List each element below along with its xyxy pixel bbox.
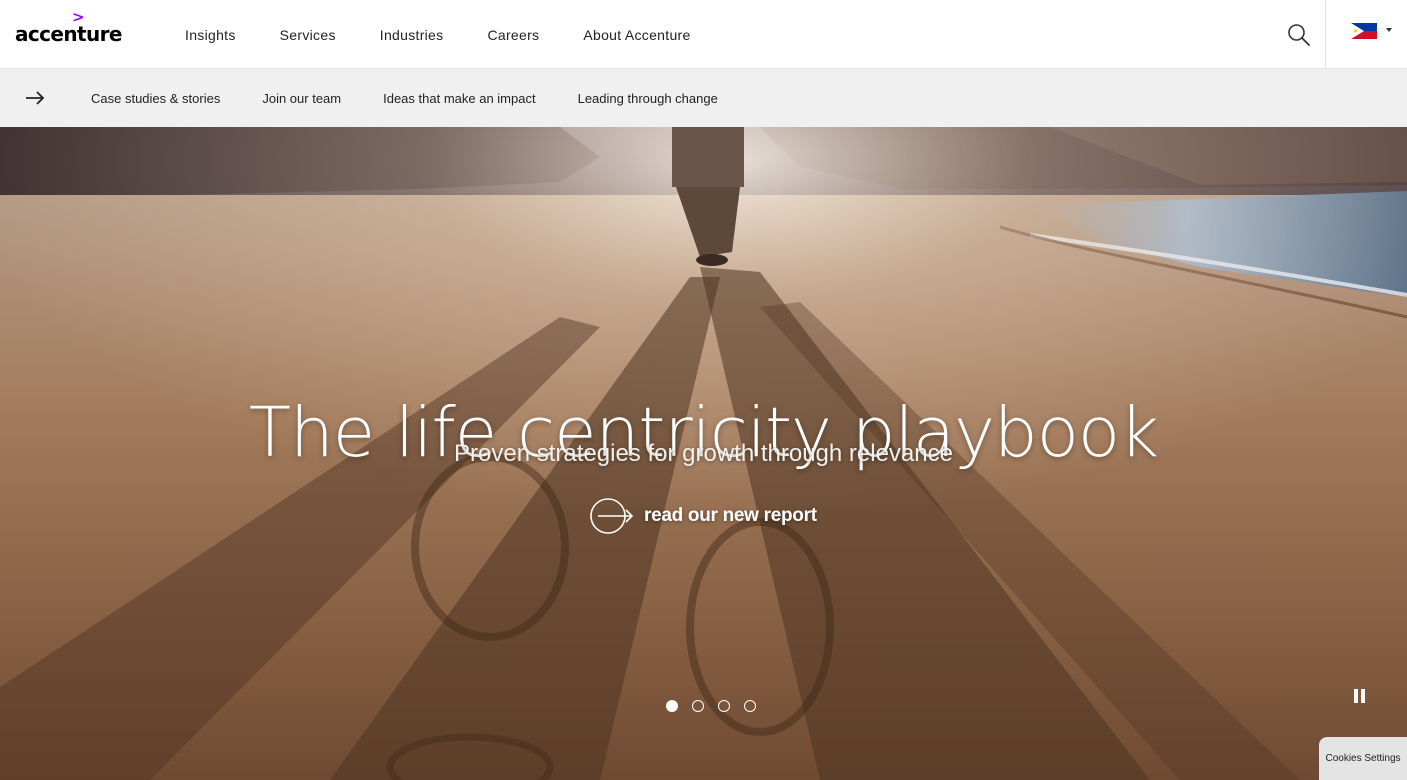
hero-subtitle: Proven strategies for growth through rel… [454, 440, 953, 467]
nav-industries[interactable]: Industries [358, 27, 466, 43]
nav-insights[interactable]: Insights [163, 27, 258, 43]
carousel-indicators [666, 700, 770, 712]
subnav-join-team[interactable]: Join our team [241, 91, 362, 106]
header-divider [1325, 0, 1326, 69]
read-report-link[interactable]: read our new report [588, 497, 817, 535]
carousel-dot-3[interactable] [718, 700, 730, 712]
philippines-flag-icon [1351, 23, 1377, 39]
circle-arrow-icon [590, 498, 634, 534]
site-header: accenture > Insights Services Industries… [0, 0, 1407, 69]
main-nav: Insights Services Industries Careers Abo… [163, 0, 713, 69]
chevron-down-icon [1386, 28, 1392, 32]
carousel-dot-4[interactable] [744, 700, 756, 712]
nav-careers[interactable]: Careers [465, 27, 561, 43]
arrow-right-icon [26, 91, 45, 105]
subnav-leading-change[interactable]: Leading through change [557, 91, 739, 106]
carousel-dot-1[interactable] [666, 700, 678, 712]
cookies-settings-button[interactable]: Cookies Settings [1319, 737, 1407, 780]
read-report-label: read our new report [644, 505, 817, 526]
sub-nav-links: Case studies & stories Join our team Ide… [70, 69, 739, 127]
country-selector[interactable] [1351, 23, 1395, 43]
hero-carousel: The life centricity playbook Proven stra… [0, 127, 1407, 780]
sub-nav-bar: Case studies & stories Join our team Ide… [0, 69, 1407, 127]
sub-nav-arrow-button[interactable] [25, 89, 45, 107]
carousel-dot-2[interactable] [692, 700, 704, 712]
search-button[interactable] [1286, 22, 1312, 48]
logo-wordmark: accenture [15, 22, 122, 46]
logo-caret: > [72, 8, 85, 26]
nav-services[interactable]: Services [258, 27, 358, 43]
search-icon [1288, 24, 1310, 46]
subnav-case-studies[interactable]: Case studies & stories [70, 91, 241, 106]
pause-button[interactable] [1352, 688, 1368, 704]
nav-about[interactable]: About Accenture [561, 27, 712, 43]
subnav-ideas-impact[interactable]: Ideas that make an impact [362, 91, 556, 106]
